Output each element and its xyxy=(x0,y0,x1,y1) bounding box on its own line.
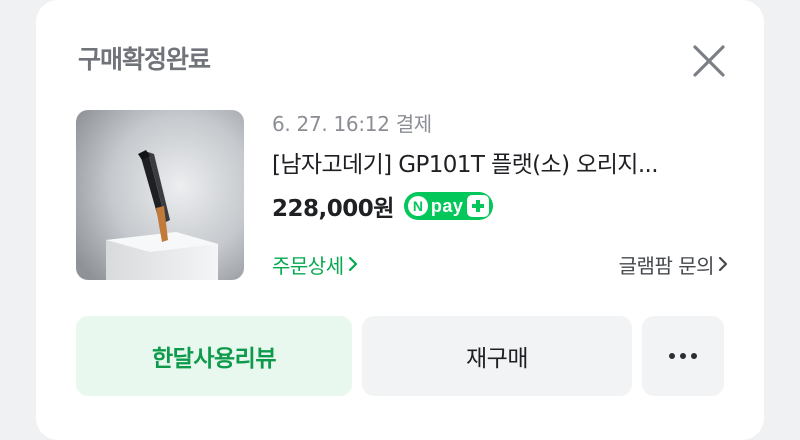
reorder-button[interactable]: 재구매 xyxy=(362,316,632,396)
payment-date: 6. 27. 16:12 결제 xyxy=(272,112,432,136)
price: 228,000원 xyxy=(272,196,394,222)
close-button[interactable] xyxy=(686,38,732,84)
product-name[interactable]: [남자고데기] GP101T 플랫(소) 오리지... xyxy=(272,147,722,183)
store-inquiry-label: 글램팜 문의 xyxy=(618,253,715,278)
order-detail-label: 주문상세 xyxy=(272,253,344,278)
links-row: 주문상세 글램팜 문의 xyxy=(272,246,728,282)
plus-icon xyxy=(467,195,490,217)
monthly-review-button[interactable]: 한달사용리뷰 xyxy=(76,316,352,396)
price-row: 228,000원 N pay xyxy=(272,188,732,224)
close-icon xyxy=(693,45,725,77)
more-button[interactable] xyxy=(642,316,724,396)
npay-plus-badge: N pay xyxy=(403,192,494,220)
chevron-right-icon xyxy=(348,256,358,272)
store-inquiry-link[interactable]: 글램팜 문의 xyxy=(619,250,728,279)
order-info: 6. 27. 16:12 결제 [남자고데기] GP101T 플랫(소) 오리지… xyxy=(272,108,732,224)
npay-text: pay xyxy=(430,195,464,216)
chevron-right-icon xyxy=(718,256,728,272)
order-card: 구매확정완료 6. 27. 16:12 결제 [남자고데기] GP101T 플랫… xyxy=(36,0,764,440)
product-thumbnail[interactable] xyxy=(76,110,244,280)
order-detail-link[interactable]: 주문상세 xyxy=(272,250,358,279)
more-dots-icon xyxy=(669,353,697,359)
npay-n-icon: N xyxy=(407,196,428,216)
card-title: 구매확정완료 xyxy=(78,45,211,74)
